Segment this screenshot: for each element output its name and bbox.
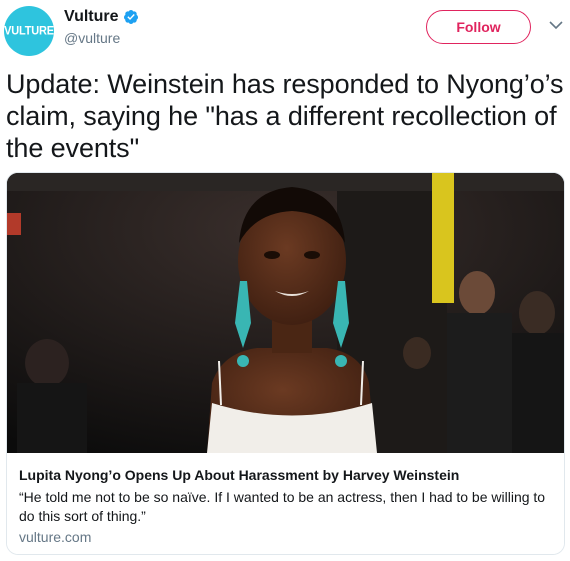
card-body: Lupita Nyong’o Opens Up About Harassment… [7,453,564,554]
tweet-text: Update: Weinstein has responded to Nyong… [6,69,564,163]
account-handle[interactable]: @vulture [64,30,120,46]
card-description: “He told me not to be so naïve. If I wan… [19,489,546,524]
card-image[interactable] [7,173,564,453]
name-row: Vulture [64,8,139,26]
card-title[interactable]: Lupita Nyong’o Opens Up About Harassment… [19,467,459,483]
avatar[interactable]: VULTURE [4,6,54,56]
link-card[interactable]: Lupita Nyong’o Opens Up About Harassment… [6,172,565,555]
follow-button[interactable]: Follow [426,10,531,44]
card-domain: vulture.com [19,529,92,545]
avatar-logo-text: VULTURE [4,24,54,38]
tweet-header: VULTURE Vulture @vulture Follow [0,0,570,60]
chevron-down-icon[interactable] [549,20,563,30]
display-name[interactable]: Vulture [64,8,119,26]
verified-badge-icon [123,10,138,24]
